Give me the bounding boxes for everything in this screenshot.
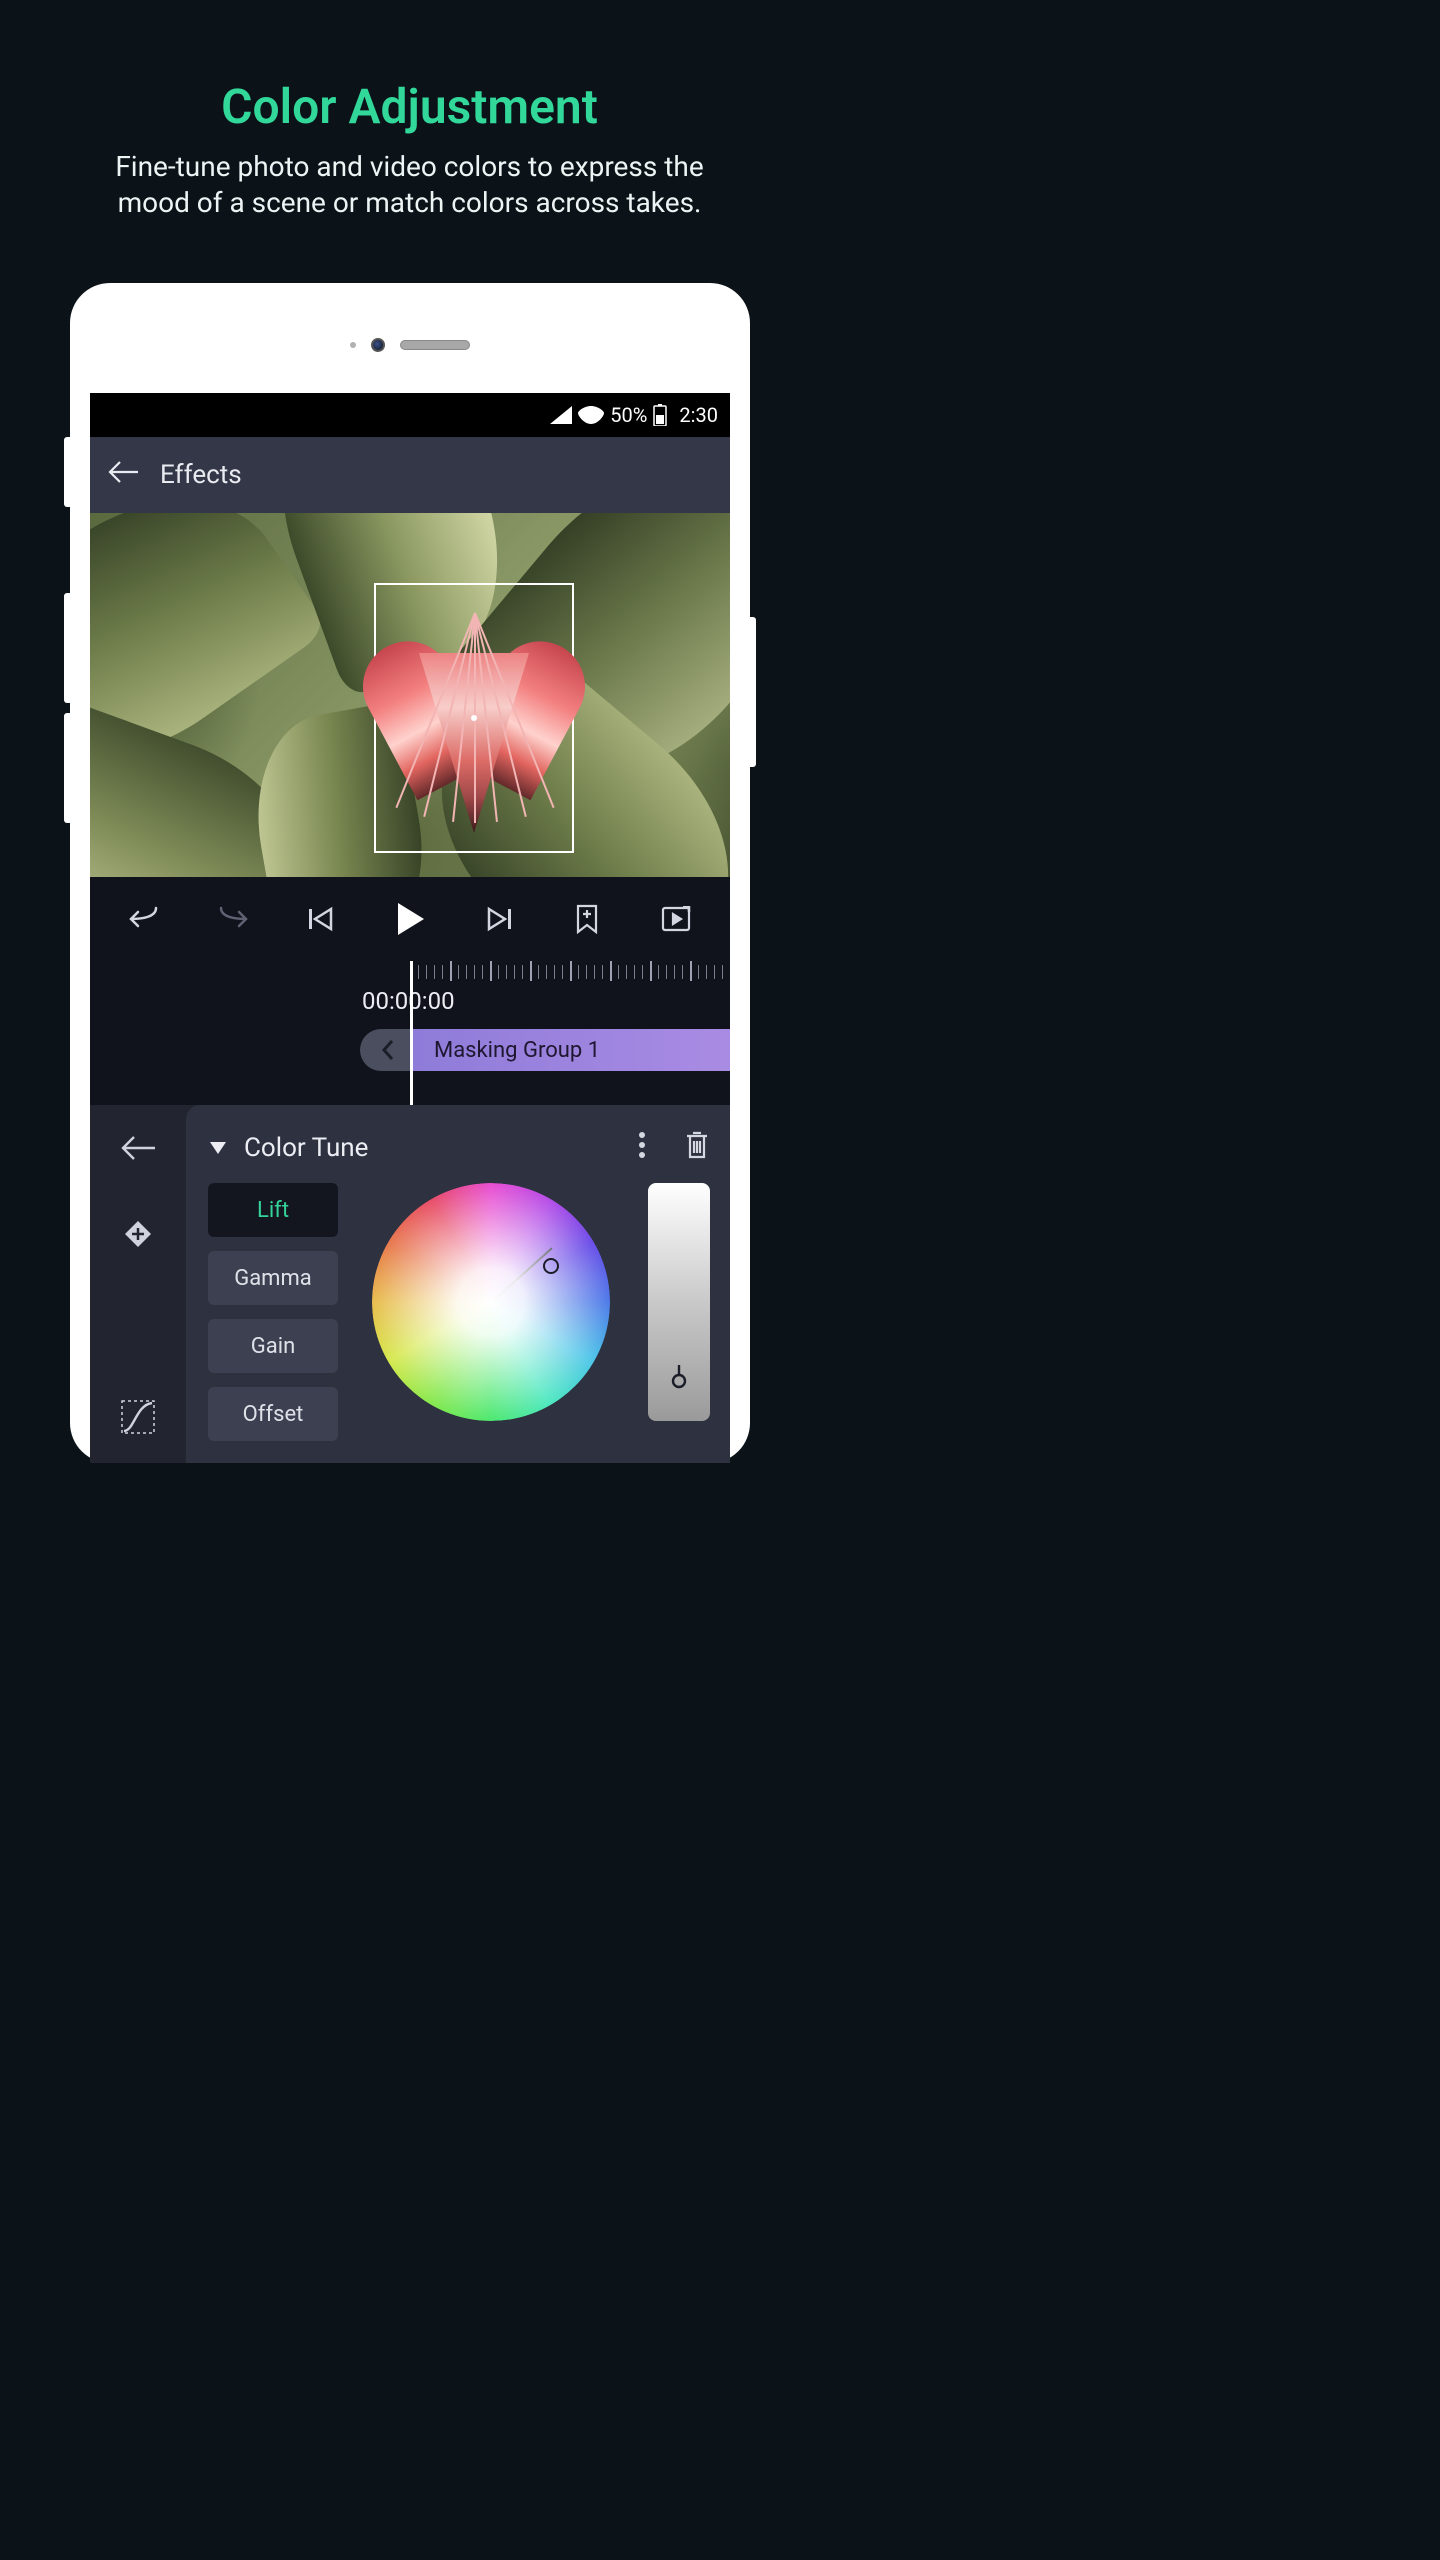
skip-start-button[interactable] [294, 905, 348, 933]
battery-icon [653, 404, 667, 426]
color-wheel-handle[interactable] [543, 1258, 559, 1274]
collapse-icon[interactable] [208, 1133, 228, 1163]
device-side-button [64, 593, 70, 703]
panel-header: Color Tune [208, 1123, 710, 1173]
promo-title: Color Adjustment [0, 78, 819, 135]
device-side-button [64, 437, 70, 507]
add-keyframe-button[interactable] [123, 1219, 153, 1253]
timeline-ruler [410, 961, 730, 981]
undo-button[interactable] [117, 906, 171, 932]
video-preview[interactable] [90, 513, 730, 877]
app-header-title: Effects [160, 460, 242, 490]
device-side-button [750, 617, 756, 767]
track-scroll-left-button[interactable] [360, 1029, 415, 1071]
cellular-icon [550, 406, 572, 424]
skip-end-button[interactable] [472, 905, 526, 933]
wifi-icon [578, 405, 604, 425]
transport-bar [90, 877, 730, 961]
effect-panel: Color Tune Lift Gamma Gain Offset [90, 1105, 730, 1463]
app-header: Effects [90, 437, 730, 513]
tune-tabs: Lift Gamma Gain Offset [208, 1183, 338, 1441]
tab-lift[interactable]: Lift [208, 1183, 338, 1237]
redo-button[interactable] [206, 906, 260, 932]
panel-main: Color Tune Lift Gamma Gain Offset [186, 1105, 730, 1463]
back-arrow-icon[interactable] [108, 460, 138, 491]
status-bar: 50% 2:30 [90, 393, 730, 437]
tab-gamma[interactable]: Gamma [208, 1251, 338, 1305]
more-options-button[interactable] [638, 1131, 646, 1166]
color-wheel[interactable] [372, 1183, 610, 1421]
playhead[interactable] [410, 961, 413, 1105]
panel-back-button[interactable] [121, 1135, 155, 1165]
fullscreen-play-button[interactable] [649, 906, 703, 932]
luminance-handle[interactable] [667, 1365, 691, 1389]
delete-button[interactable] [684, 1130, 710, 1167]
timeline[interactable]: 00:00:00 Masking Group 1 [90, 961, 730, 1105]
tab-gain[interactable]: Gain [208, 1319, 338, 1373]
panel-sidebar [90, 1105, 186, 1463]
play-button[interactable] [383, 901, 437, 937]
luminance-slider[interactable] [648, 1183, 710, 1421]
tab-offset[interactable]: Offset [208, 1387, 338, 1441]
timeline-current-time: 00:00:00 [362, 987, 455, 1015]
clip-label: Masking Group 1 [434, 1038, 600, 1063]
device-side-button [64, 713, 70, 823]
timeline-clip[interactable]: Masking Group 1 [412, 1029, 730, 1071]
status-time: 2:30 [679, 403, 718, 427]
device-screen: 50% 2:30 Effects [90, 393, 730, 1463]
device-camera [350, 338, 470, 352]
device-frame: 50% 2:30 Effects [70, 283, 750, 1463]
promo-subtitle: Fine-tune photo and video colors to expr… [0, 149, 819, 222]
battery-percent: 50% [610, 403, 647, 427]
mask-center-handle[interactable] [471, 715, 477, 721]
curve-editor-button[interactable] [120, 1399, 156, 1439]
add-bookmark-button[interactable] [560, 904, 614, 934]
panel-title: Color Tune [244, 1133, 368, 1163]
mask-selection-box[interactable] [374, 583, 574, 853]
